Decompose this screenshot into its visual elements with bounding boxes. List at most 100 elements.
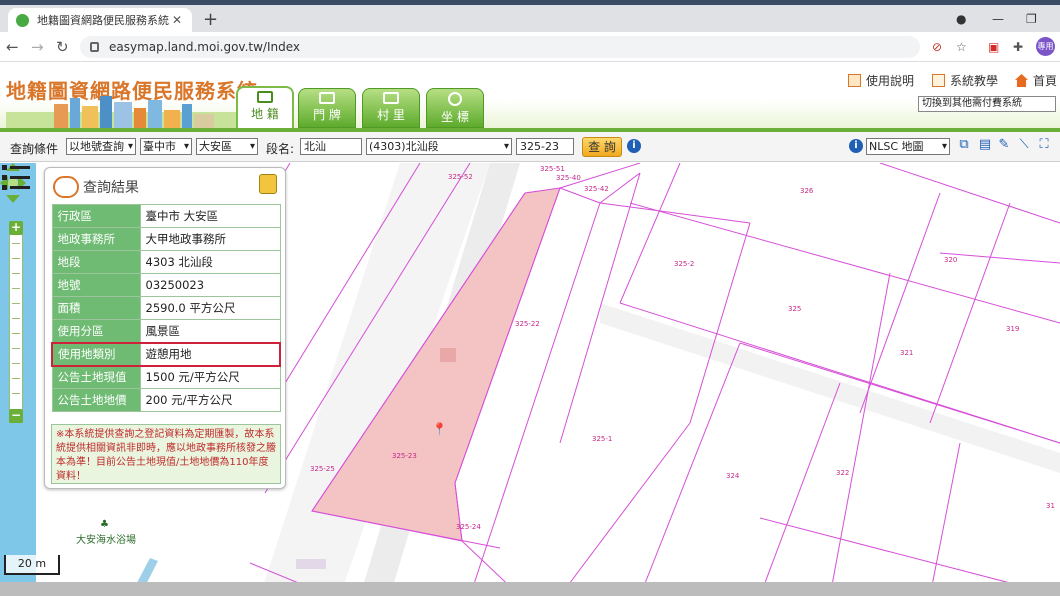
parcel-label: 325-40 — [556, 174, 581, 182]
edit-icon[interactable]: ✎ — [996, 137, 1012, 153]
tab-house-number[interactable]: 門 牌 — [298, 88, 356, 128]
attr-value: 2590.0 平方公尺 — [139, 296, 281, 320]
tab-close-icon[interactable]: ✕ — [170, 13, 184, 27]
map-building — [296, 559, 326, 569]
zoom-tick — [12, 288, 20, 289]
zoom-tick — [12, 318, 20, 319]
reload-icon[interactable]: ↻ — [56, 38, 69, 56]
tab-search-icon[interactable]: ● — [956, 12, 966, 26]
section-name-input[interactable]: 北汕 — [300, 138, 362, 155]
query-bar: 查詢條件 以地號查詢 臺中市 大安區 段名: 北汕 (4303)北汕段 325-… — [0, 132, 1060, 162]
switch-system-select[interactable]: 切換到其他需付費系統 — [918, 96, 1056, 112]
district-select[interactable]: 大安區 — [196, 138, 258, 155]
attr-value: 4303 北汕段 — [139, 250, 281, 274]
table-row: 使用分區 風景區 — [51, 319, 281, 343]
attr-value: 風景區 — [139, 319, 281, 343]
parcel-label: 325-51 — [540, 165, 565, 173]
parcel-label: 325 — [788, 305, 801, 313]
measure-area-icon[interactable]: ⧉ — [956, 137, 972, 153]
legend-list-icon[interactable] — [0, 163, 32, 193]
measure-line-icon[interactable]: ⟍ — [1016, 137, 1032, 153]
parcel-label: 321 — [900, 349, 913, 357]
attr-value: 大甲地政事務所 — [139, 227, 281, 251]
tab-village[interactable]: 村 里 — [362, 88, 420, 128]
parcel-label: 31 — [1046, 502, 1055, 510]
table-row: 地段 4303 北汕段 — [51, 250, 281, 274]
help-icon — [848, 74, 861, 87]
query-mode-select[interactable]: 以地號查詢 — [66, 138, 136, 155]
tab-coordinate[interactable]: 坐 標 — [426, 88, 484, 128]
parcel-label: 322 — [836, 469, 849, 477]
new-tab-button[interactable]: + — [203, 11, 218, 29]
parcel-label: 320 — [944, 256, 957, 264]
browser-tab[interactable]: 地籍圖資網路便民服務系統 ✕ — [8, 8, 192, 32]
back-arrow-icon[interactable]: ← — [6, 38, 19, 56]
attr-value: 遊憩用地 — [139, 341, 281, 367]
zoom-tick — [12, 303, 20, 304]
table-row: 行政區 臺中市 大安區 — [51, 204, 281, 228]
tab-cadastral[interactable]: 地 籍 — [236, 86, 294, 130]
print-icon[interactable]: ▤ — [977, 137, 993, 153]
attr-key: 地號 — [51, 273, 141, 297]
parcel-label: 325-24 — [456, 523, 481, 531]
section-select[interactable]: (4303)北汕段 — [366, 138, 512, 155]
city-select[interactable]: 臺中市 — [140, 138, 192, 155]
poi-label: 大安海水浴場 — [76, 535, 136, 546]
help-link[interactable]: 使用說明 — [848, 72, 914, 89]
bookmark-star-icon[interactable]: ☆ — [956, 40, 967, 54]
fullscreen-icon[interactable]: ⛶ — [1036, 137, 1052, 153]
panel-title: 查詢結果 — [83, 180, 139, 196]
parcel-label: 325-52 — [448, 173, 473, 181]
parcel-label: 319 — [1006, 325, 1019, 333]
panel-minimize-button[interactable] — [259, 174, 277, 194]
basemap-info-icon[interactable]: i — [849, 139, 863, 153]
query-submit-button[interactable]: 查 詢 — [582, 137, 622, 157]
map-canvas[interactable]: 📍 325-52 325-51 325-40 325-42 326 325-2 … — [0, 163, 1060, 596]
url-field[interactable]: easymap.land.moi.gov.tw/Index — [80, 36, 920, 58]
zoom-out-button[interactable]: − — [9, 409, 23, 423]
tutorial-link[interactable]: 系統教學 — [932, 72, 998, 89]
side-road — [600, 303, 1060, 473]
extensions-puzzle-icon[interactable]: ✚ — [1013, 40, 1023, 54]
attr-key: 公告土地現值 — [51, 365, 141, 389]
attr-value: 03250023 — [139, 273, 281, 297]
table-row: 面積 2590.0 平方公尺 — [51, 296, 281, 320]
zoom-tick — [12, 258, 20, 259]
parcel-label: 326 — [800, 187, 814, 195]
parcel-label: 325-42 — [584, 185, 609, 193]
tab-village-label: 村 里 — [377, 108, 405, 122]
parcel-label: 325-25 — [310, 465, 335, 473]
zoom-in-button[interactable]: + — [9, 221, 23, 235]
parcel-label: 325-23 — [392, 452, 417, 460]
map-pin-icon[interactable]: 📍 — [432, 422, 447, 436]
home-link[interactable]: 首頁 — [1015, 72, 1057, 89]
browser-tabbar: 地籍圖資網路便民服務系統 ✕ + ● — ❐ — [0, 5, 1060, 32]
table-row: 地政事務所 大甲地政事務所 — [51, 227, 281, 251]
url-text: easymap.land.moi.gov.tw/Index — [109, 40, 301, 54]
table-row: 公告土地現值 1500 元/平方公尺 — [51, 365, 281, 389]
tutorial-icon — [932, 74, 945, 87]
minimize-window-icon[interactable]: — — [992, 12, 1004, 26]
attr-key: 公告土地地價 — [51, 388, 141, 412]
window-bottom-strip — [0, 582, 1060, 596]
parcel-label: 324 — [726, 472, 740, 480]
info-icon[interactable]: i — [627, 139, 641, 153]
restore-window-icon[interactable]: ❐ — [1026, 12, 1037, 26]
address-bar: ← → ↻ easymap.land.moi.gov.tw/Index ⊘ ☆ … — [0, 32, 1060, 62]
city-skyline-icon — [6, 96, 236, 130]
zoom-tick — [12, 333, 20, 334]
pdf-extension-icon[interactable]: ▣ — [988, 40, 999, 54]
parcel-number-input[interactable]: 325-23 — [516, 138, 574, 155]
site-permission-icon[interactable]: ⊘ — [932, 40, 942, 54]
zoom-tick — [12, 348, 20, 349]
zoom-tick — [12, 243, 20, 244]
parcel-building — [440, 348, 456, 362]
basemap-select[interactable]: NLSC 地圖 — [866, 138, 950, 155]
tutorial-link-label: 系統教學 — [950, 74, 999, 88]
profile-avatar[interactable]: 專用 — [1036, 37, 1055, 56]
parcel-label: 325-22 — [515, 320, 540, 328]
attr-value: 臺中市 大安區 — [139, 204, 281, 228]
forward-arrow-icon[interactable]: → — [31, 38, 44, 56]
result-list-icon — [53, 176, 79, 198]
table-row: 公告土地地價 200 元/平方公尺 — [51, 388, 281, 412]
